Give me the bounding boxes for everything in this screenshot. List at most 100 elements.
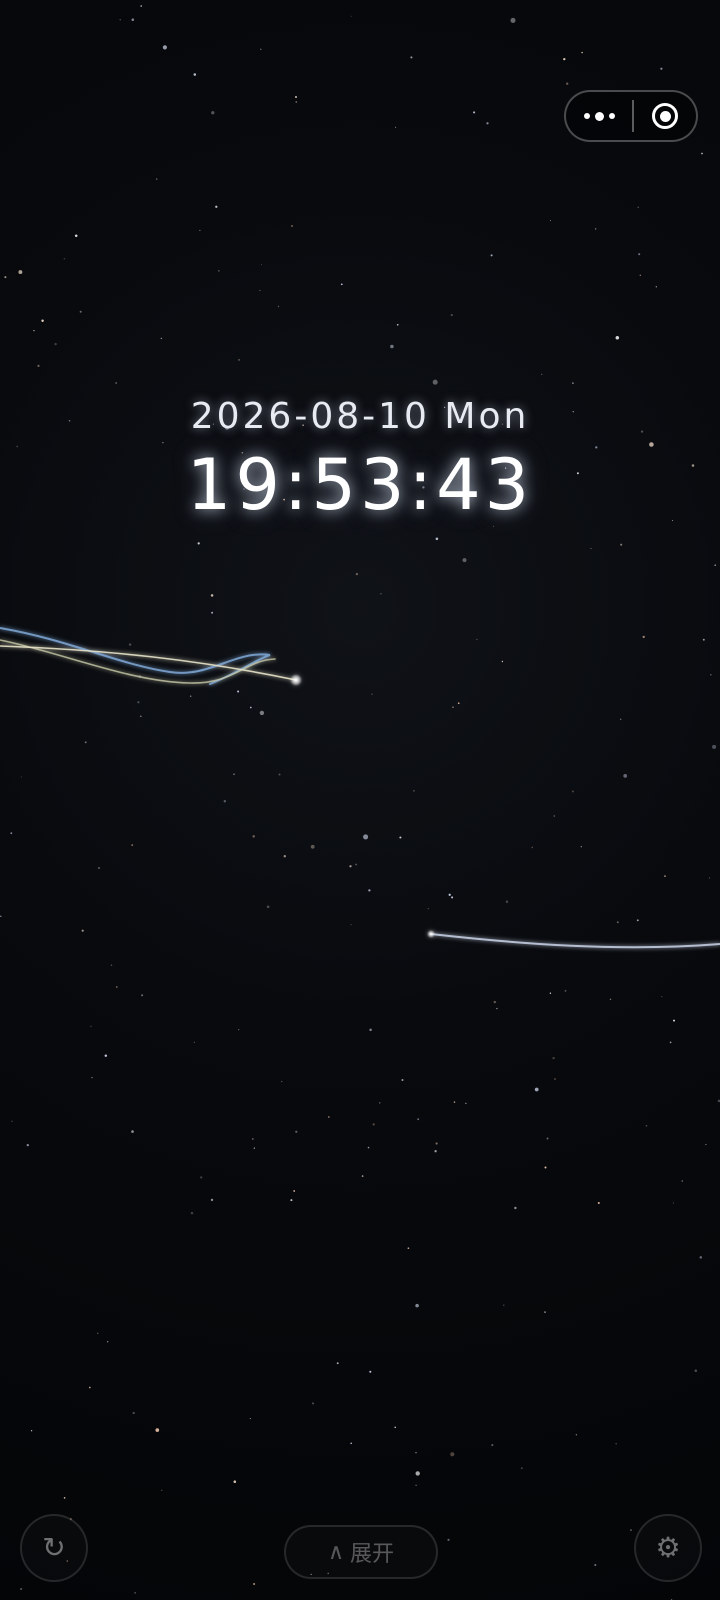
star-dot xyxy=(549,992,552,994)
star-dot xyxy=(575,1434,578,1436)
star-dot xyxy=(379,1102,381,1104)
star-dot xyxy=(407,1247,410,1250)
star-dot xyxy=(155,1428,160,1432)
star-dot xyxy=(450,1452,455,1457)
star-dot xyxy=(266,905,270,909)
star-dot xyxy=(90,1025,92,1027)
star-dot xyxy=(139,715,142,718)
star-dot xyxy=(452,706,454,708)
star-dot xyxy=(190,1211,194,1215)
star-dot xyxy=(367,1146,370,1149)
star-dot xyxy=(259,710,265,716)
star-dot xyxy=(81,929,84,932)
star-dot xyxy=(134,1592,136,1594)
star-dot xyxy=(249,706,252,709)
star-dot xyxy=(372,1123,375,1126)
star-dot xyxy=(514,1206,517,1210)
star-dot xyxy=(620,718,622,720)
star-dot xyxy=(672,1202,674,1204)
refresh-icon: ↻ xyxy=(42,1531,66,1564)
star-dot xyxy=(349,865,352,868)
star-dot xyxy=(350,15,352,17)
star-dot xyxy=(11,1120,13,1122)
star-dot xyxy=(597,1201,600,1205)
star-dot xyxy=(141,994,144,997)
star-dot xyxy=(380,592,382,595)
meteor-trail-upper xyxy=(0,627,302,686)
star-dot xyxy=(132,1411,135,1415)
star-dot xyxy=(238,1029,240,1031)
star-dot xyxy=(199,229,201,231)
more-button[interactable] xyxy=(566,92,632,140)
time-text: 19:53:43 xyxy=(186,444,534,526)
star-dot xyxy=(660,67,663,70)
star-dot xyxy=(415,1471,420,1476)
star-dot xyxy=(33,329,35,332)
meteor-trail-lower xyxy=(427,930,720,949)
star-dot xyxy=(510,17,516,23)
date-text: 2026-08-10 Mon xyxy=(190,396,530,437)
star-dot xyxy=(350,1442,353,1445)
expand-label: 展开 xyxy=(350,1542,395,1567)
settings-button[interactable]: ⚙ xyxy=(634,1514,702,1582)
star-dot xyxy=(476,638,478,640)
star-dot xyxy=(563,57,566,61)
star-dot xyxy=(712,744,717,749)
star-dot xyxy=(645,1124,648,1127)
star-dot xyxy=(37,364,40,367)
star-dot xyxy=(190,695,192,697)
star-dot xyxy=(595,228,597,230)
star-dot xyxy=(531,846,533,849)
star-dot xyxy=(311,1402,315,1405)
star-dot xyxy=(128,643,132,646)
star-dot xyxy=(160,337,163,340)
star-dot xyxy=(572,382,574,384)
star-dot xyxy=(278,773,281,776)
star-dot xyxy=(623,774,628,778)
star-dot xyxy=(131,844,134,847)
star-dot xyxy=(293,1190,296,1192)
star-dot xyxy=(655,286,657,288)
star-dot xyxy=(30,1430,33,1432)
star-dot xyxy=(211,611,214,614)
star-dot xyxy=(249,1418,251,1420)
star-dot xyxy=(681,1180,684,1182)
star-dot xyxy=(131,18,135,21)
star-dot xyxy=(581,51,583,54)
starfield-clock-screen: 2026-08-10 Mon 19:53:43 ↻ ∧ 展开 ⚙ xyxy=(0,0,720,1600)
star-dot xyxy=(609,998,612,1001)
star-dot xyxy=(399,836,402,839)
star-dot xyxy=(233,1480,237,1483)
star-dot xyxy=(434,1150,437,1153)
star-dot xyxy=(4,276,7,279)
refresh-button[interactable]: ↻ xyxy=(20,1514,88,1582)
star-dot xyxy=(432,379,438,385)
close-button[interactable] xyxy=(634,92,696,140)
gear-icon: ⚙ xyxy=(655,1531,681,1564)
star-dot xyxy=(415,1484,417,1487)
star-dot xyxy=(637,206,639,208)
star-dot xyxy=(368,889,371,892)
star-dot xyxy=(694,1369,698,1372)
star-dot xyxy=(486,122,489,125)
star-dot xyxy=(664,875,666,877)
star-dot xyxy=(501,660,504,663)
star-dot xyxy=(290,1199,293,1202)
star-dot xyxy=(98,867,100,869)
star-dot xyxy=(505,900,509,904)
expand-button[interactable]: ∧ 展开 xyxy=(284,1525,438,1579)
star-dot xyxy=(571,790,574,793)
star-dot xyxy=(620,543,623,546)
star-dot xyxy=(465,1102,467,1104)
star-dot xyxy=(18,270,23,275)
star-dot xyxy=(119,19,121,21)
more-dots-icon xyxy=(583,113,590,119)
star-dot xyxy=(699,1256,703,1259)
star-dot xyxy=(295,1130,298,1133)
star-dot xyxy=(549,220,552,222)
star-dot xyxy=(63,1497,66,1499)
star-dot xyxy=(210,594,214,597)
star-dot xyxy=(253,1582,256,1586)
star-dot xyxy=(233,773,235,775)
star-dot xyxy=(708,877,710,879)
